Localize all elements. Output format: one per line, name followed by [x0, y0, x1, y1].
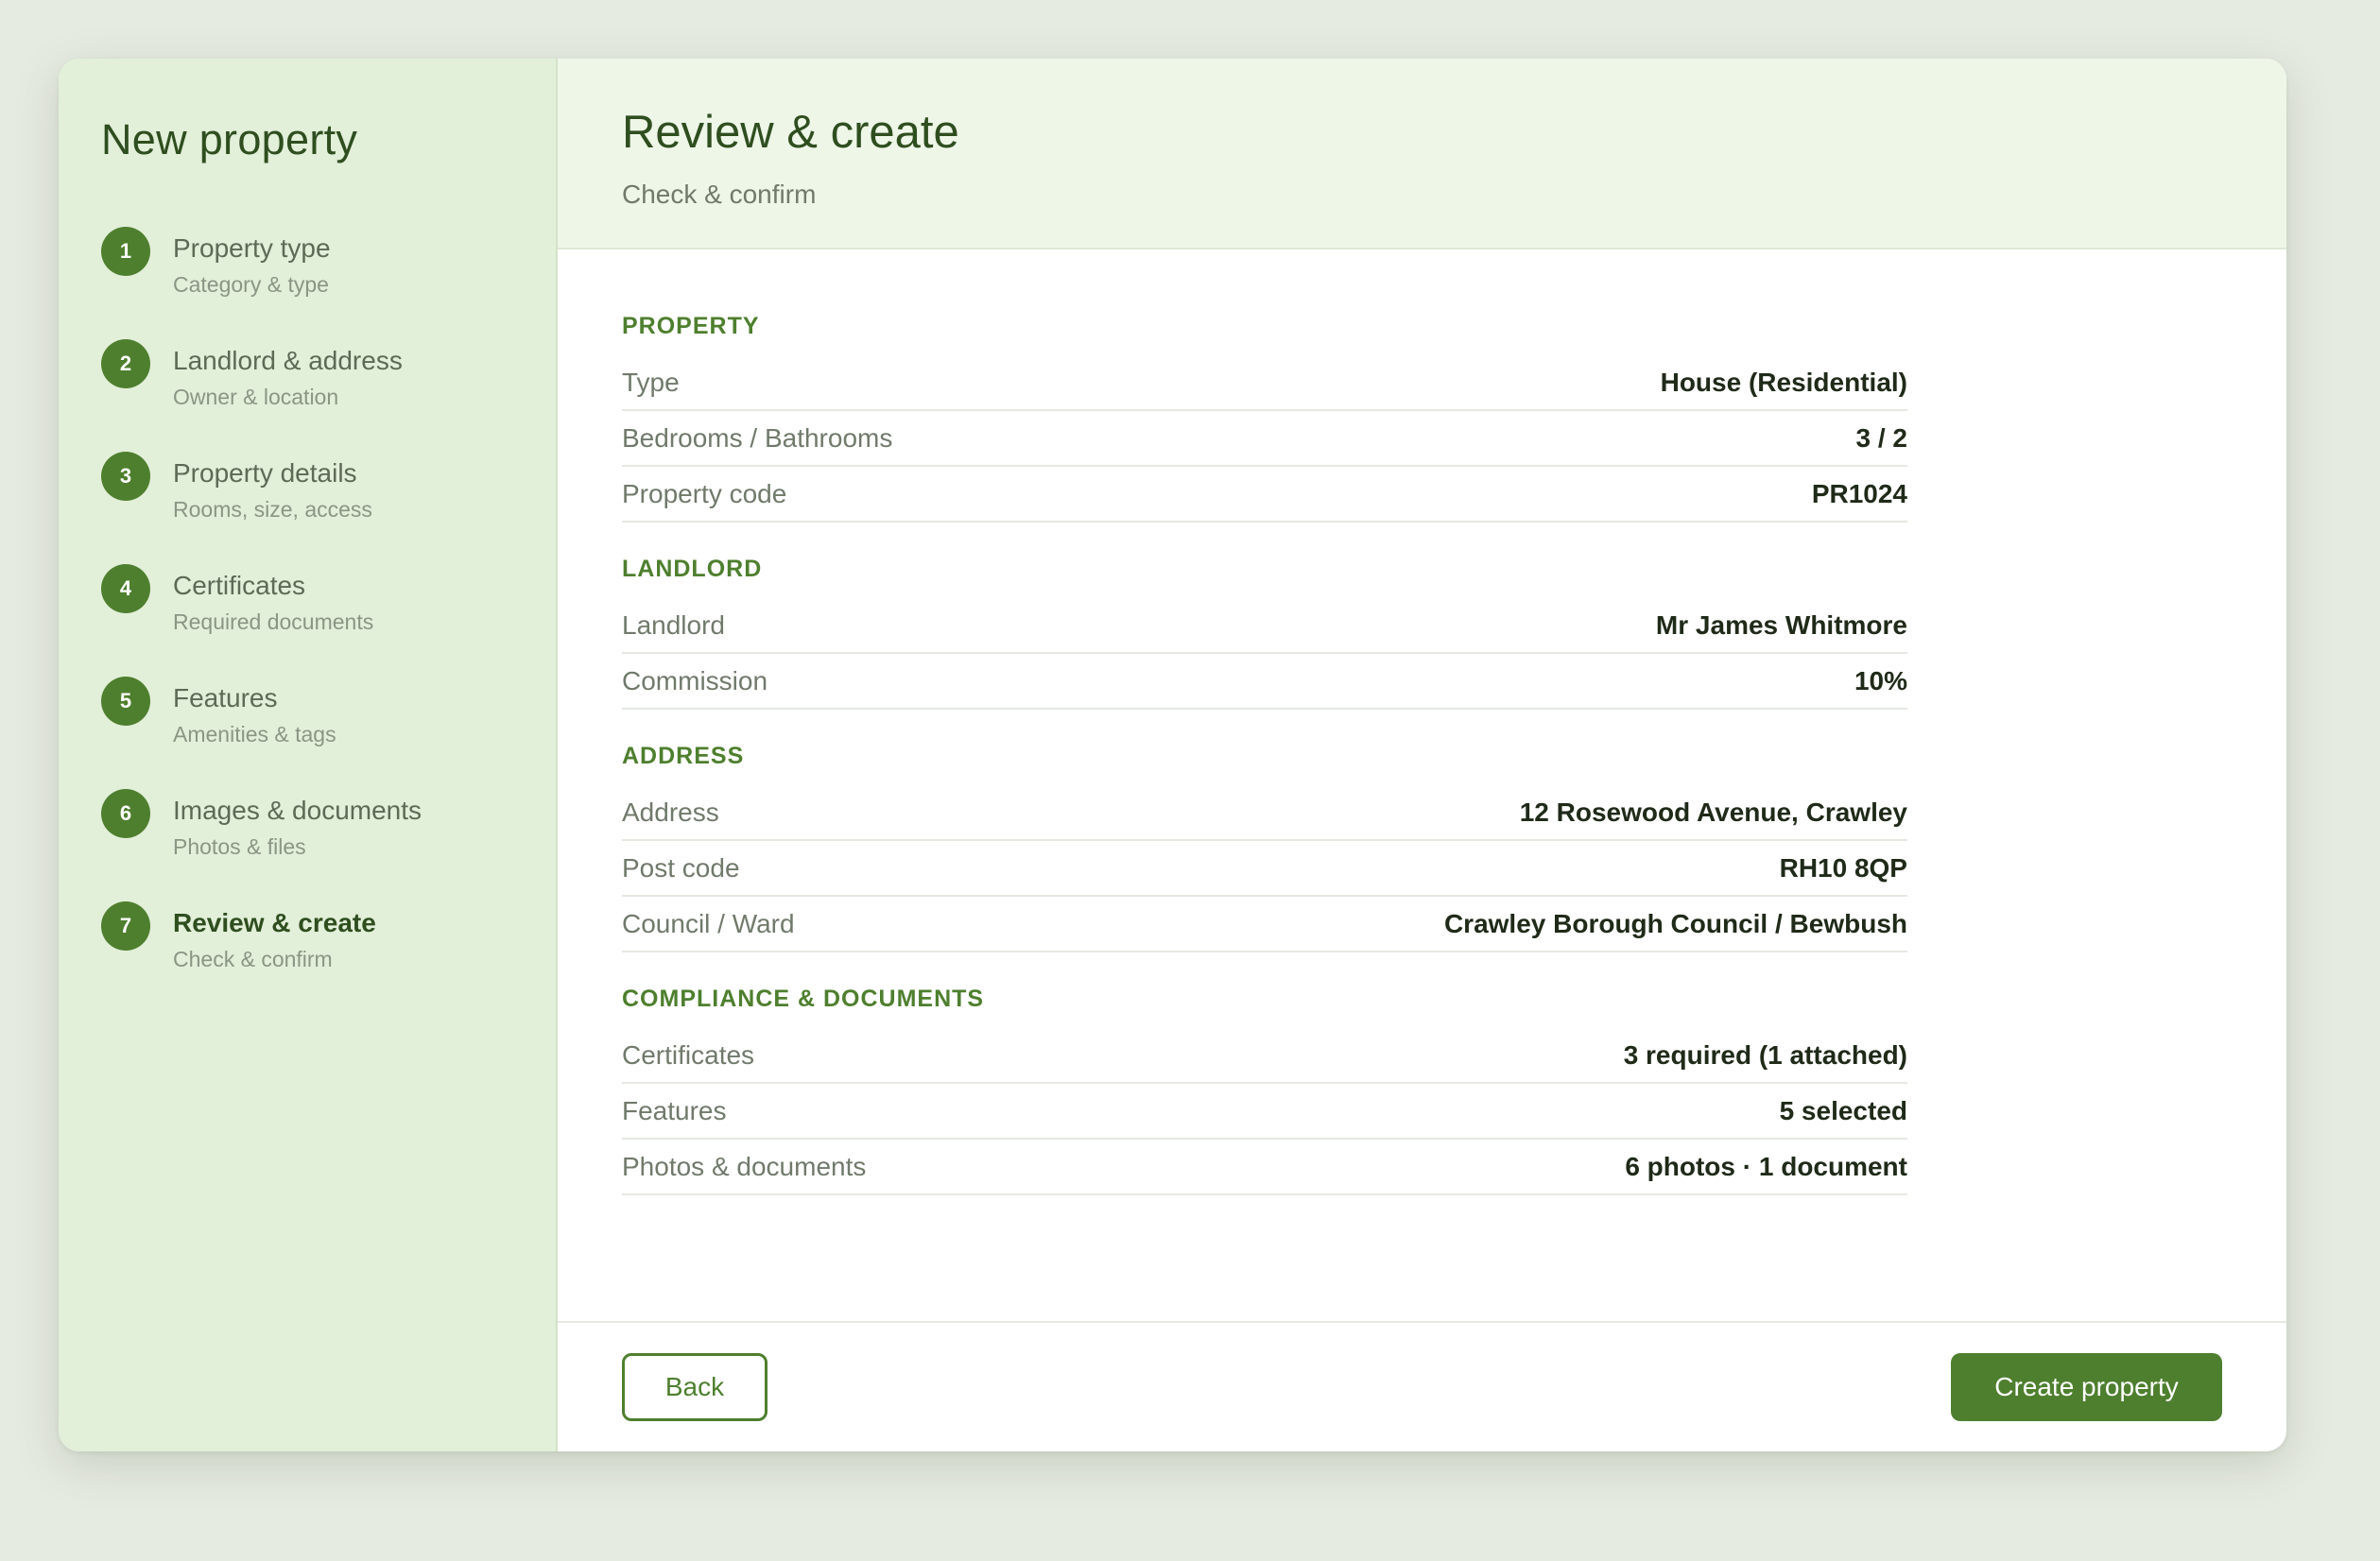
step-label: Property type — [173, 233, 331, 263]
step-subtitle: Rooms, size, access — [173, 496, 372, 522]
summary-row: Address 12 Rosewood Avenue, Crawley — [622, 785, 1907, 841]
row-value: Crawley Borough Council / Bewbush — [1443, 908, 1907, 938]
review-summary: PROPERTY Type House (Residential) Bedroo… — [558, 249, 2286, 1321]
summary-row: Commission 10% — [622, 654, 1907, 710]
step-property-details[interactable]: 3 Property details Rooms, size, access — [101, 452, 556, 564]
section-title: COMPLIANCE & DOCUMENTS — [622, 986, 985, 1012]
row-label: Photos & documents — [622, 1151, 867, 1181]
row-label: Address — [622, 797, 719, 827]
step-label: Features — [173, 683, 278, 712]
page-title: Review & create — [622, 107, 959, 158]
step-text: Images & documents Photos & files — [173, 789, 422, 860]
step-number: 5 — [101, 677, 150, 726]
wizard-card: New property 1 Property type Category & … — [59, 59, 2286, 1451]
row-label: Commission — [622, 665, 768, 695]
step-subtitle: Required documents — [173, 609, 374, 634]
wizard-footer: Back Create property — [558, 1321, 2286, 1451]
step-text: Landlord & address Owner & location — [173, 339, 403, 410]
row-value: 3 required (1 attached) — [1623, 1039, 1907, 1070]
row-value: House (Residential) — [1660, 367, 1907, 397]
row-value: Mr James Whitmore — [1655, 609, 1907, 640]
summary-row: Bedrooms / Bathrooms 3 / 2 — [622, 411, 1907, 467]
step-images-documents[interactable]: 6 Images & documents Photos & files — [101, 789, 556, 901]
step-label: Landlord & address — [173, 346, 403, 375]
summary-row: Photos & documents 6 photos · 1 document — [622, 1140, 1907, 1195]
row-label: Landlord — [622, 609, 725, 640]
section-title: ADDRESS — [622, 743, 745, 769]
step-number: 7 — [101, 901, 150, 951]
step-subtitle: Owner & location — [173, 384, 339, 409]
row-label: Type — [622, 367, 680, 397]
summary-row: Type House (Residential) — [622, 355, 1907, 411]
create-property-button[interactable]: Create property — [1951, 1353, 2222, 1421]
row-value: 5 selected — [1779, 1095, 1907, 1125]
row-value: PR1024 — [1811, 478, 1907, 508]
row-label: Council / Ward — [622, 908, 795, 938]
summary-row: Landlord Mr James Whitmore — [622, 598, 1907, 654]
row-label: Property code — [622, 478, 787, 508]
summary-row: Post code RH10 8QP — [622, 841, 1907, 897]
row-label: Post code — [622, 852, 740, 883]
step-text: Features Amenities & tags — [173, 677, 336, 747]
step-subtitle: Amenities & tags — [173, 721, 336, 746]
step-text: Property details Rooms, size, access — [173, 452, 372, 523]
row-value: 3 / 2 — [1855, 422, 1907, 453]
summary-row: Property code PR1024 — [622, 467, 1907, 523]
row-label: Features — [622, 1095, 727, 1125]
sidebar-title: New property — [101, 115, 358, 163]
step-number: 2 — [101, 339, 150, 388]
main-panel: Review & create Check & confirm PROPERTY… — [558, 59, 2286, 1451]
step-subtitle: Photos & files — [173, 833, 306, 859]
step-label: Property details — [173, 458, 357, 488]
step-number: 1 — [101, 227, 150, 276]
row-value: 10% — [1854, 665, 1907, 695]
step-property-type[interactable]: 1 Property type Category & type — [101, 227, 556, 339]
step-landlord-address[interactable]: 2 Landlord & address Owner & location — [101, 339, 556, 452]
step-label: Images & documents — [173, 796, 423, 825]
step-subtitle: Category & type — [173, 271, 329, 297]
step-features[interactable]: 5 Features Amenities & tags — [101, 677, 556, 789]
summary-row: Certificates 3 required (1 attached) — [622, 1028, 1907, 1084]
step-label: Review & create — [173, 908, 376, 937]
step-number: 6 — [101, 789, 150, 838]
wizard-sidebar: New property 1 Property type Category & … — [59, 59, 558, 1451]
section-compliance: COMPLIANCE & DOCUMENTS Certificates 3 re… — [622, 983, 1907, 1195]
row-label: Certificates — [622, 1039, 755, 1070]
row-label: Bedrooms / Bathrooms — [622, 422, 893, 453]
page-header: Review & create Check & confirm — [558, 59, 2286, 249]
section-property: PROPERTY Type House (Residential) Bedroo… — [622, 310, 1907, 523]
step-label: Certificates — [173, 571, 306, 600]
section-address: ADDRESS Address 12 Rosewood Avenue, Craw… — [622, 740, 1907, 952]
page-subtitle: Check & confirm — [622, 180, 817, 209]
step-review-create[interactable]: 7 Review & create Check & confirm — [101, 901, 556, 1014]
section-landlord: LANDLORD Landlord Mr James Whitmore Comm… — [622, 553, 1907, 710]
row-value: 12 Rosewood Avenue, Crawley — [1519, 797, 1907, 827]
summary-row: Features 5 selected — [622, 1084, 1907, 1140]
section-title: PROPERTY — [622, 313, 760, 339]
step-number: 3 — [101, 452, 150, 501]
section-title: LANDLORD — [622, 556, 763, 582]
step-text: Certificates Required documents — [173, 564, 373, 635]
step-text: Property type Category & type — [173, 227, 331, 298]
back-button[interactable]: Back — [622, 1353, 767, 1421]
step-subtitle: Check & confirm — [173, 946, 333, 971]
summary-row: Council / Ward Crawley Borough Council /… — [622, 897, 1907, 952]
step-number: 4 — [101, 564, 150, 613]
row-value: RH10 8QP — [1779, 852, 1907, 883]
step-certificates[interactable]: 4 Certificates Required documents — [101, 564, 556, 677]
step-text: Review & create Check & confirm — [173, 901, 376, 972]
row-value: 6 photos · 1 document — [1625, 1151, 1907, 1181]
